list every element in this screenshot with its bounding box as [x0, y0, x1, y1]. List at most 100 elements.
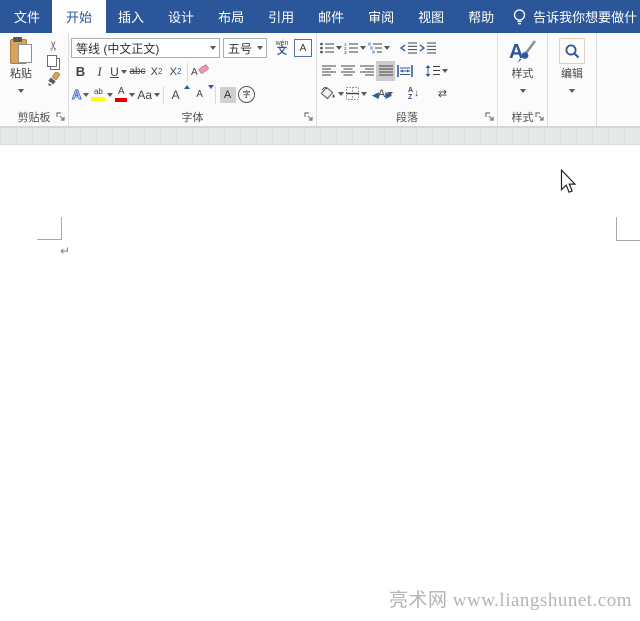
character-shading-button[interactable]: A	[218, 85, 237, 105]
shading-bucket-icon	[320, 87, 335, 100]
ribbon: 粘贴 ✂ 剪贴板 等线 (中文正文) 五号 wén 文 A B I U abc …	[0, 33, 640, 128]
tab-mailings[interactable]: 邮件	[306, 0, 356, 33]
tab-view[interactable]: 视图	[406, 0, 456, 33]
superscript-button[interactable]: X2	[166, 62, 185, 82]
justify-icon	[378, 65, 393, 76]
clear-formatting-button[interactable]: A	[190, 62, 210, 82]
page-margin-corner-left	[37, 217, 62, 240]
align-center-button[interactable]	[338, 61, 357, 81]
text-effects-button[interactable]: A	[71, 85, 90, 105]
editing-button[interactable]: 编辑	[550, 36, 594, 101]
tab-help[interactable]: 帮助	[456, 0, 506, 33]
paragraph-mark: ↵	[60, 244, 71, 258]
change-case-button[interactable]: Aa	[136, 85, 161, 105]
increase-indent-button[interactable]	[418, 38, 437, 58]
font-size-combobox[interactable]: 五号	[223, 38, 267, 58]
font-name-value: 等线 (中文正文)	[76, 41, 160, 56]
lightbulb-icon	[514, 8, 526, 24]
editing-label: 编辑	[561, 68, 583, 80]
search-icon-box	[559, 38, 585, 64]
cut-icon[interactable]: ✂	[46, 40, 61, 51]
shrink-font-button[interactable]: A	[190, 84, 215, 105]
svg-text:3: 3	[344, 50, 347, 54]
bold-button[interactable]: B	[71, 62, 90, 82]
decrease-indent-button[interactable]	[399, 38, 418, 58]
decrease-indent-icon	[400, 42, 417, 53]
styles-dialog-launcher[interactable]	[535, 112, 545, 122]
paste-button[interactable]: 粘贴	[2, 36, 40, 107]
font-name-dropdown[interactable]	[208, 38, 217, 58]
subscript-button[interactable]: X2	[147, 62, 166, 82]
align-right-icon	[359, 65, 374, 76]
align-right-button[interactable]	[357, 61, 376, 81]
tab-insert[interactable]: 插入	[106, 0, 156, 33]
numbering-icon: 1 2 3	[344, 42, 358, 54]
styles-dropdown[interactable]	[518, 81, 527, 101]
grow-font-button[interactable]: A	[166, 84, 191, 105]
paste-icon	[10, 37, 32, 64]
tab-home[interactable]: 开始	[52, 0, 107, 33]
phonetic-guide-button[interactable]: wén 文	[271, 38, 293, 58]
styles-button[interactable]: A 样式	[500, 36, 545, 101]
tab-design[interactable]: 设计	[156, 0, 206, 33]
highlight-color-bar	[91, 97, 106, 101]
strikethrough-button[interactable]: abc	[128, 62, 147, 82]
paste-dropdown[interactable]	[17, 81, 26, 101]
borders-button[interactable]	[345, 84, 368, 104]
clipboard-group-label: 剪贴板	[17, 111, 51, 124]
site-watermark: 亮术网 www.liangshunet.com	[389, 590, 632, 611]
font-dialog-launcher[interactable]	[304, 112, 314, 122]
group-paragraph: 1 2 3 ◀ A ▶ A Z ↓ ⇄ 段落	[317, 33, 498, 126]
paragraph-group-label: 段落	[396, 111, 418, 124]
editing-dropdown[interactable]	[568, 81, 577, 101]
bullets-icon	[320, 42, 334, 53]
character-border-button[interactable]: A	[293, 38, 313, 58]
asian-layout-button[interactable]: ◀ A ▶	[372, 84, 395, 104]
paragraph-dialog-launcher[interactable]	[485, 112, 495, 122]
numbering-button[interactable]: 1 2 3	[343, 38, 367, 58]
tell-me-box[interactable]: 告诉我你想要做什	[512, 0, 637, 33]
styles-group-label: 样式	[511, 111, 534, 124]
tab-references[interactable]: 引用	[256, 0, 306, 33]
tab-file[interactable]: 文件	[2, 0, 52, 33]
word-window: 文件 开始 插入 设计 布局 引用 邮件 审阅 视图 帮助 告诉我你想要做什 粘…	[0, 0, 640, 621]
mouse-cursor	[560, 169, 576, 194]
clipboard-dialog-launcher[interactable]	[56, 112, 66, 122]
multilevel-list-button[interactable]	[367, 38, 391, 58]
font-size-dropdown[interactable]	[255, 38, 264, 58]
tab-layout[interactable]: 布局	[206, 0, 256, 33]
shading-button[interactable]	[319, 84, 345, 104]
document-page[interactable]: ↵ 亮术网 www.liangshunet.com	[0, 145, 640, 621]
ruler-strip	[0, 128, 640, 145]
svg-text:A: A	[191, 67, 198, 78]
svg-text:A: A	[509, 41, 523, 63]
font-color-button[interactable]: A	[114, 85, 136, 105]
italic-button[interactable]: I	[90, 62, 109, 82]
sort-button[interactable]: AZ ↓	[404, 84, 423, 104]
increase-indent-icon	[419, 42, 436, 53]
eraser-icon: A	[191, 64, 209, 78]
align-left-icon	[321, 65, 336, 76]
copy-icon[interactable]	[46, 55, 60, 70]
justify-button[interactable]	[376, 60, 395, 81]
font-name-combobox[interactable]: 等线 (中文正文)	[71, 38, 220, 58]
format-painter-icon[interactable]	[46, 72, 61, 87]
highlight-color-button[interactable]: ab	[90, 85, 114, 105]
underline-button[interactable]: U	[109, 62, 128, 82]
page-margin-corner-right	[616, 217, 640, 241]
paste-label: 粘贴	[10, 68, 32, 80]
group-clipboard: 粘贴 ✂ 剪贴板	[0, 33, 69, 126]
bullets-button[interactable]	[319, 38, 343, 58]
align-left-button[interactable]	[319, 61, 338, 81]
ribbon-empty-area	[597, 33, 640, 126]
line-spacing-button[interactable]	[424, 61, 449, 81]
show-hide-marks-button[interactable]: ⇄	[433, 84, 452, 104]
enclose-characters-button[interactable]: 字	[237, 85, 256, 105]
tab-review[interactable]: 审阅	[356, 0, 406, 33]
group-styles: A 样式 样式	[498, 33, 548, 126]
distribute-text-button[interactable]	[395, 61, 414, 81]
borders-icon	[346, 87, 359, 100]
styles-label: 样式	[511, 68, 534, 80]
align-center-icon	[340, 65, 355, 76]
tell-me-label: 告诉我你想要做什	[533, 10, 638, 25]
